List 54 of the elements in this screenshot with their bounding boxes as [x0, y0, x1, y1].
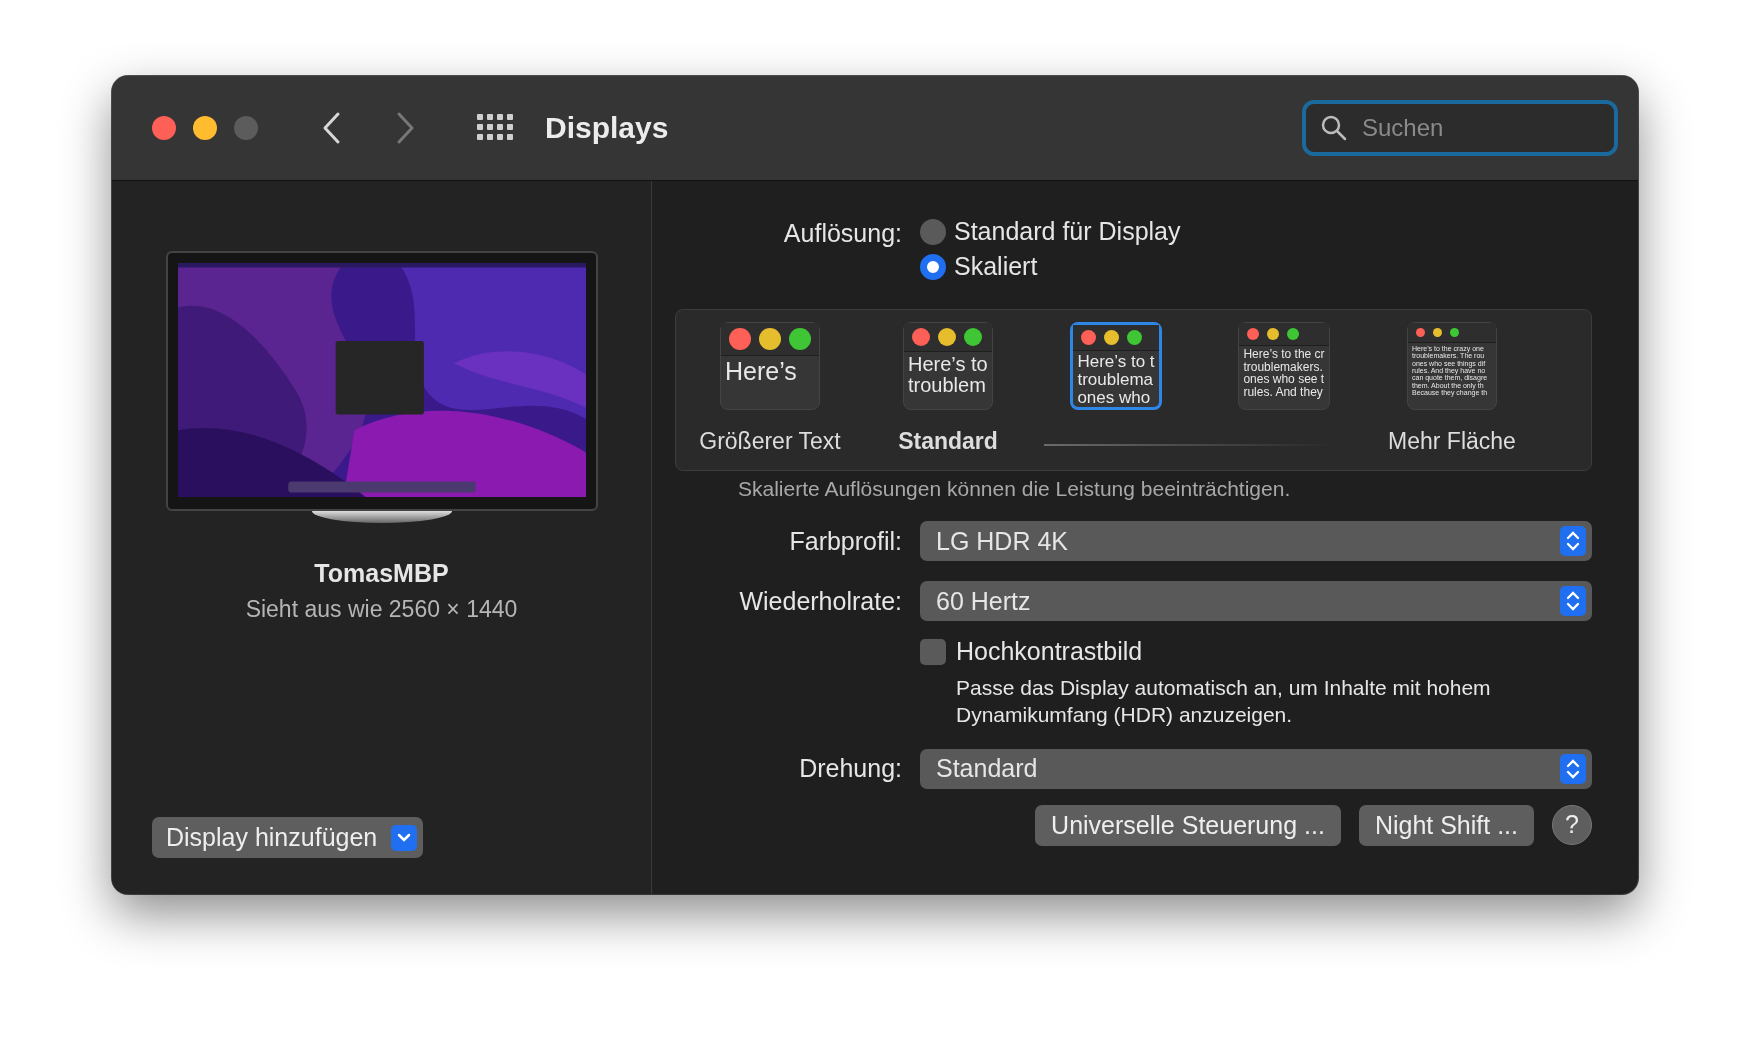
window-control-dot — [1127, 330, 1143, 345]
resolution-radio[interactable]: Skaliert — [920, 252, 1181, 281]
scale-label: Standard — [898, 428, 998, 455]
preview-text: Here’s — [724, 356, 798, 385]
scale-preview[interactable]: Here’s to t troublema ones who — [1070, 322, 1162, 410]
preview-text: Here’s to troublem — [907, 352, 989, 396]
window-control-dot — [912, 328, 930, 346]
window-control-dot — [1081, 330, 1097, 345]
push-button[interactable]: Night Shift ... — [1358, 804, 1534, 846]
resolution-radio[interactable]: Standard für Display — [920, 217, 1181, 246]
window-control-dot — [729, 328, 751, 350]
chevron-icon — [391, 824, 418, 851]
field-label: Drehung: — [798, 754, 902, 784]
display-name: TomasMBP — [314, 559, 449, 588]
window-control-dot — [1416, 328, 1425, 337]
close-button[interactable] — [152, 116, 176, 140]
stepper-icon — [1560, 586, 1586, 616]
window-control-dot — [789, 328, 811, 350]
rotation-popup[interactable]: Standard — [920, 748, 1592, 789]
preview-text: Here’s to t troublema ones who — [1076, 351, 1156, 407]
stepper-icon — [1560, 526, 1586, 556]
window-control-dot — [759, 328, 781, 350]
hdr-description: Passe das Display automatisch an, um Inhalte mit hohem Dynamikumfang (HDR) anzuzeigen. — [956, 675, 1492, 729]
search-icon — [1320, 114, 1348, 142]
grid-icon[interactable] — [477, 114, 513, 142]
scale-preview[interactable]: Here’s — [720, 322, 820, 410]
minimize-button[interactable] — [193, 116, 217, 140]
window-control-dot — [1247, 328, 1260, 340]
window-control-dot — [964, 328, 982, 346]
preview-text: Here’s to the cr troublemakers. ones who see t rules. And they — [1242, 346, 1326, 399]
stepper-icon — [1560, 753, 1586, 784]
display-resolution: Sieht aus wie 2560 × 1440 — [245, 596, 518, 623]
window-control-dot — [1287, 328, 1300, 340]
window-control-dot — [1104, 330, 1120, 345]
scale-label: Mehr Fläche — [1388, 428, 1516, 455]
high-contrast-checkbox[interactable]: Hochkontrastbild — [920, 637, 1576, 666]
scaling-note: Skalierte Auflösungen können die Leistung beeinträchtigen. — [738, 477, 1292, 501]
scale-label: Größerer Text — [699, 428, 841, 455]
color-profile-popup[interactable]: LG HDR 4K — [920, 521, 1592, 561]
field-label: Farbprofil: — [788, 526, 902, 556]
add-display-button[interactable]: Display hinzufügen — [152, 817, 424, 858]
scale-preview[interactable]: Here’s to troublem — [903, 322, 993, 410]
window-control-dot — [1450, 328, 1459, 337]
window-title: Displays — [545, 111, 669, 145]
refresh-rate-popup[interactable]: 60 Hertz — [920, 581, 1592, 621]
push-button[interactable]: Universelle Steuerung ... — [1035, 804, 1341, 846]
window-control-dot — [938, 328, 956, 346]
window-control-dot — [1267, 328, 1280, 340]
resolution-label: Auflösung: — [782, 218, 902, 249]
scale-preview[interactable]: Here’s to the cr troublemakers. ones who see t rules. And they — [1238, 322, 1330, 410]
search-field[interactable]: Suchen — [1302, 100, 1618, 156]
help-button[interactable]: ? — [1552, 804, 1592, 845]
window-control-dot — [1433, 328, 1442, 337]
field-label: Wiederholrate: — [738, 586, 902, 616]
